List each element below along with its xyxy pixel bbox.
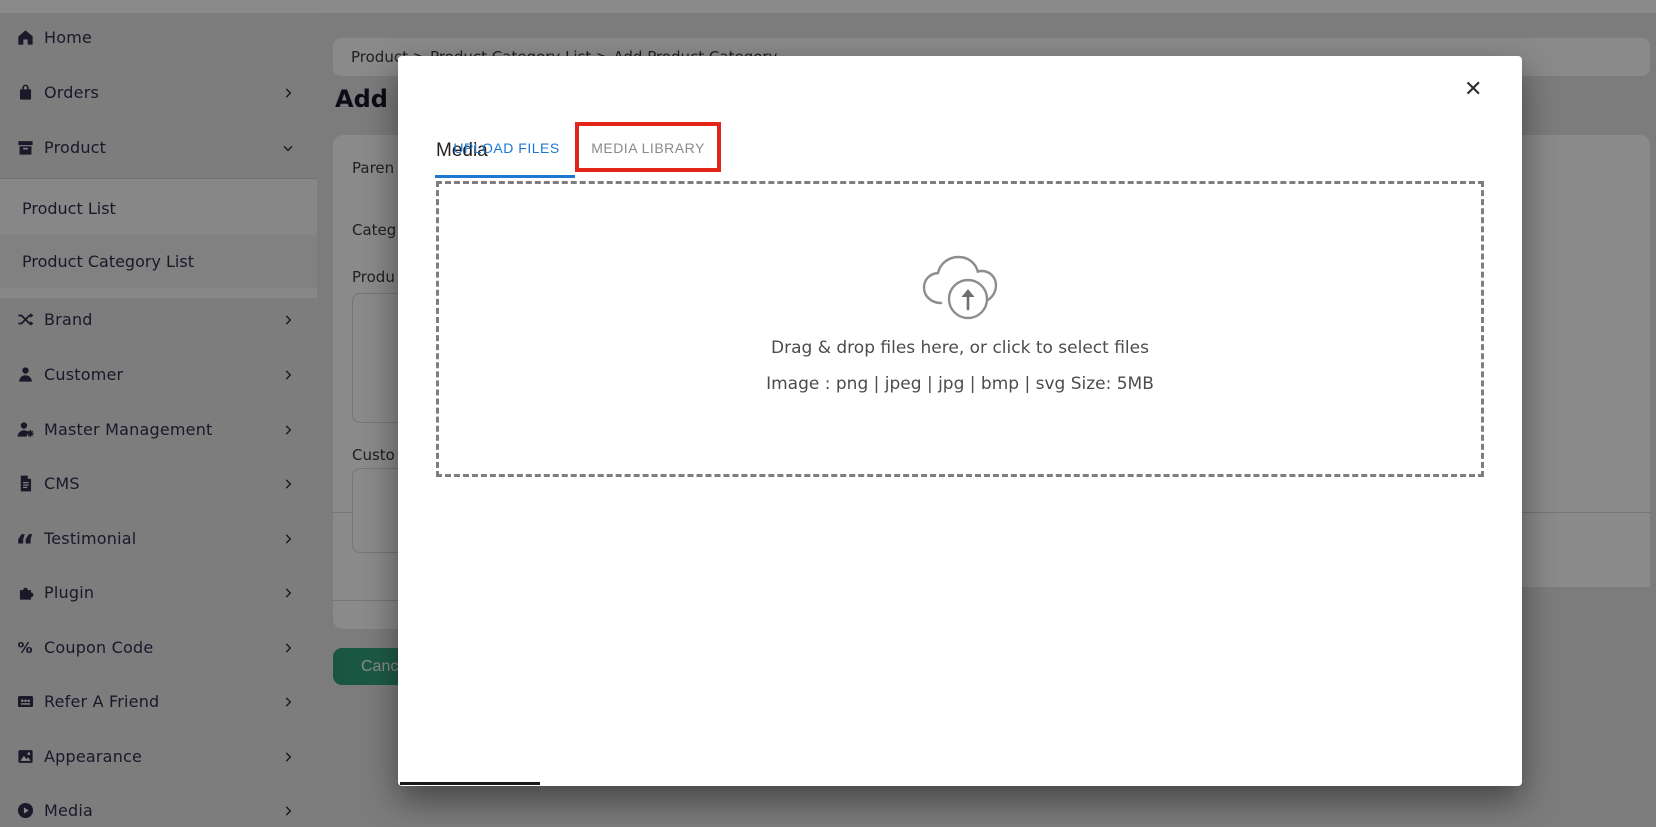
close-icon[interactable]: ✕ <box>1464 78 1482 100</box>
screen: Home Orders Product Product List Product… <box>0 0 1656 827</box>
tab-media-library[interactable]: MEDIA LIBRARY <box>575 120 721 175</box>
tab-label: UPLOAD FILES <box>453 140 559 156</box>
dropzone-instruction: Drag & drop files here, or click to sele… <box>771 338 1149 358</box>
media-modal: Media ✕ UPLOAD FILES MEDIA LIBRARY Drag … <box>398 56 1522 786</box>
dropzone-filetypes: Image : png | jpeg | jpg | bmp | svg Siz… <box>766 374 1154 394</box>
file-dropzone[interactable]: Drag & drop files here, or click to sele… <box>436 181 1484 477</box>
tab-upload-files[interactable]: UPLOAD FILES <box>438 120 575 175</box>
active-tab-underline <box>435 175 575 178</box>
modal-bottom-dark-strip <box>400 782 540 785</box>
tab-label: MEDIA LIBRARY <box>591 140 705 156</box>
cloud-upload-icon <box>919 252 1001 322</box>
